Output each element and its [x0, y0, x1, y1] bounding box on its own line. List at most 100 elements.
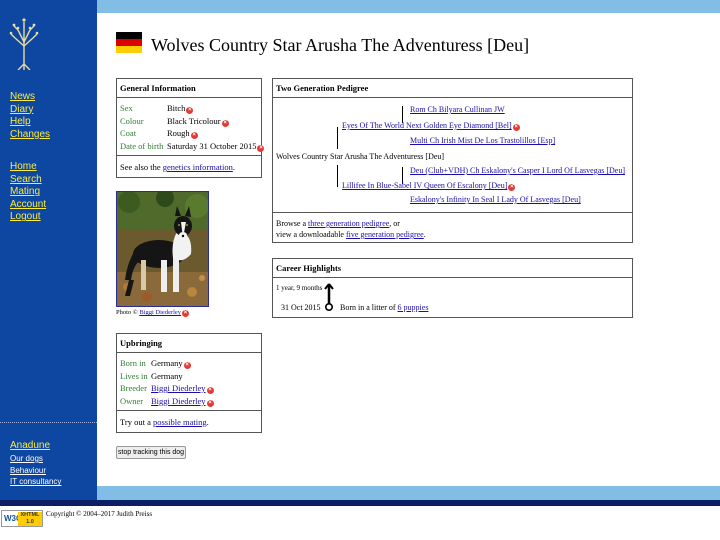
try-mating-text: Try out a possible mating. [120, 417, 209, 427]
info-row-date-of-birth: Date of birth Saturday 31 October 2015 × [120, 140, 265, 152]
career-date: 31 Oct 2015 [281, 303, 321, 312]
remove-icon[interactable]: × [512, 124, 520, 131]
info-label: Born in [120, 358, 146, 368]
nav-diary[interactable]: Diary [10, 104, 33, 117]
remove-icon[interactable]: × [183, 362, 191, 369]
five-generation-pedigree-link[interactable]: five generation pedigree [346, 230, 424, 239]
pedigree-dam-dam-link[interactable]: Eskalony's Infinity In Seal I Lady Of La… [410, 195, 581, 204]
upbringing-row-breeder: Breeder Biggi Diederley × [120, 383, 214, 394]
info-value: Germany [151, 370, 183, 381]
pedigree-sire-link[interactable]: Eyes Of The World Next Golden Eye Diamon… [342, 121, 512, 130]
photo-caption: Photo © Biggi Diederley × [116, 309, 190, 317]
remove-icon[interactable]: × [206, 399, 214, 407]
career-age: 1 year, 9 months [276, 284, 323, 292]
owner-link[interactable]: Biggi Diederley [151, 396, 206, 406]
sidebar-divider [0, 422, 97, 423]
photo-credit-link[interactable]: Biggi Diederley [139, 309, 181, 316]
info-row-sex: Sex Bitch × [120, 103, 194, 114]
dog-photo-image [117, 192, 208, 306]
info-label: Sex [120, 103, 133, 113]
pedigree-dam-link[interactable]: Lillifee In Blue-Sabel IV Queen Of Escal… [342, 181, 507, 190]
remove-icon[interactable]: × [206, 387, 214, 394]
nav-mating[interactable]: Mating [10, 186, 40, 199]
brand-link-behaviour[interactable]: Behaviour [10, 465, 46, 477]
three-generation-pedigree-link[interactable]: three generation pedigree [308, 219, 389, 228]
xhtml-badge-label: XHTML 1.0 [18, 512, 42, 526]
divider [117, 410, 261, 411]
brand-link-anadune[interactable]: Anadune [10, 440, 50, 451]
pedigree-dam-sire-link[interactable]: Deu (Club+VDH) Ch Eskalony's Casper I Lo… [410, 166, 625, 175]
bottom-bar [97, 486, 720, 500]
nav-changes[interactable]: Changes [10, 129, 50, 142]
upbringing-row-owner: Owner Biggi Diederley × [120, 395, 214, 407]
remove-icon[interactable]: × [257, 144, 265, 152]
pedigree-box: Two Generation Pedigree Rom Ch Bilyara C… [272, 78, 633, 243]
nav-news[interactable]: News [10, 91, 35, 104]
info-label: Colour [120, 115, 144, 126]
breeder-link[interactable]: Biggi Diederley [151, 383, 206, 393]
puppies-link[interactable]: 6 puppies [398, 303, 429, 312]
remove-icon[interactable]: × [508, 184, 516, 191]
upbringing-row-lives-in: Lives in Germany [120, 370, 183, 381]
divider [273, 212, 632, 213]
brand-link-it-consultancy[interactable]: IT consultancy [10, 476, 61, 488]
pedigree-sire: Eyes Of The World Next Golden Eye Diamon… [342, 121, 520, 131]
info-value: Biggi Diederley × [151, 396, 214, 407]
possible-mating-link[interactable]: possible mating [153, 417, 207, 427]
info-label: Owner [120, 395, 144, 406]
info-value: Rough × [167, 128, 198, 139]
upbringing-heading: Upbringing [117, 334, 261, 353]
see-also-text: See also the genetics information. [120, 162, 235, 172]
info-label: Coat [120, 128, 137, 138]
info-value: Black Tricolour × [167, 115, 229, 127]
info-row-coat: Coat Rough × [120, 128, 198, 139]
career-event: Born in a litter of 6 puppies [340, 303, 429, 312]
info-label: Lives in [120, 370, 148, 381]
top-bar [97, 0, 720, 13]
copyright-text: Copyright © 2004–2017 Judith Preiss [46, 510, 153, 518]
info-row-colour: Colour Black Tricolour × [120, 115, 229, 127]
general-information-heading: General Information [117, 79, 261, 98]
brand-link-our-dogs[interactable]: Our dogs [10, 453, 43, 465]
footer-line [0, 500, 720, 506]
remove-icon[interactable]: × [182, 310, 190, 317]
upbringing-row-born-in: Born in Germany × [120, 358, 191, 369]
info-value: Biggi Diederley × [151, 383, 214, 394]
tree-logo-icon [9, 18, 39, 70]
info-label: Breeder [120, 383, 147, 393]
remove-icon[interactable]: × [221, 119, 229, 127]
info-label: Date of birth [120, 140, 164, 151]
info-value: Germany × [151, 358, 191, 369]
page-title: Wolves Country Star Arusha The Adventure… [151, 35, 530, 55]
remove-icon[interactable]: × [190, 132, 198, 139]
germany-flag-icon [116, 32, 142, 53]
w3c-xhtml-badge[interactable]: W3C XHTML 1.0 [1, 510, 43, 527]
divider [117, 155, 261, 156]
pedigree-heading: Two Generation Pedigree [273, 79, 632, 98]
nav-search[interactable]: Search [10, 174, 42, 187]
pedigree-subject: Wolves Country Star Arusha The Adventure… [276, 152, 445, 161]
browse-pedigree-text: Browse a three generation pedigree, or [276, 219, 400, 228]
nav-logout[interactable]: Logout [10, 211, 41, 224]
upbringing-box: Upbringing Born in Germany × Lives in Ger… [116, 333, 262, 433]
nav-help[interactable]: Help [10, 116, 31, 129]
info-value: Saturday 31 October 2015 × [167, 140, 265, 152]
pedigree-brace [337, 165, 338, 187]
download-pedigree-text: view a downloadable five generation pedi… [276, 230, 426, 239]
sidebar: News Diary Help Changes Home Search Mati… [0, 0, 97, 500]
nav-account[interactable]: Account [10, 199, 46, 212]
dog-photo[interactable] [116, 191, 209, 307]
pedigree-sire-sire-link[interactable]: Rom Ch Bilyara Cullinan JW [410, 105, 505, 114]
stop-tracking-button[interactable]: stop tracking this dog [116, 446, 186, 459]
remove-icon[interactable]: × [186, 107, 194, 114]
pedigree-brace [337, 127, 338, 149]
pedigree-dam: Lillifee In Blue-Sabel IV Queen Of Escal… [342, 181, 516, 191]
career-highlights-box: Career Highlights 1 year, 9 months 31 Oc… [272, 258, 633, 318]
career-highlights-heading: Career Highlights [273, 259, 632, 278]
nav-home[interactable]: Home [10, 161, 37, 174]
general-information-box: General Information Sex Bitch × Colour Bl… [116, 78, 265, 178]
genetics-information-link[interactable]: genetics information [163, 162, 233, 172]
pedigree-sire-dam-link[interactable]: Multi Ch Irish Mist De Los Trastolillos … [410, 136, 555, 145]
timeline-icon [324, 283, 334, 311]
info-value: Bitch × [167, 103, 194, 114]
